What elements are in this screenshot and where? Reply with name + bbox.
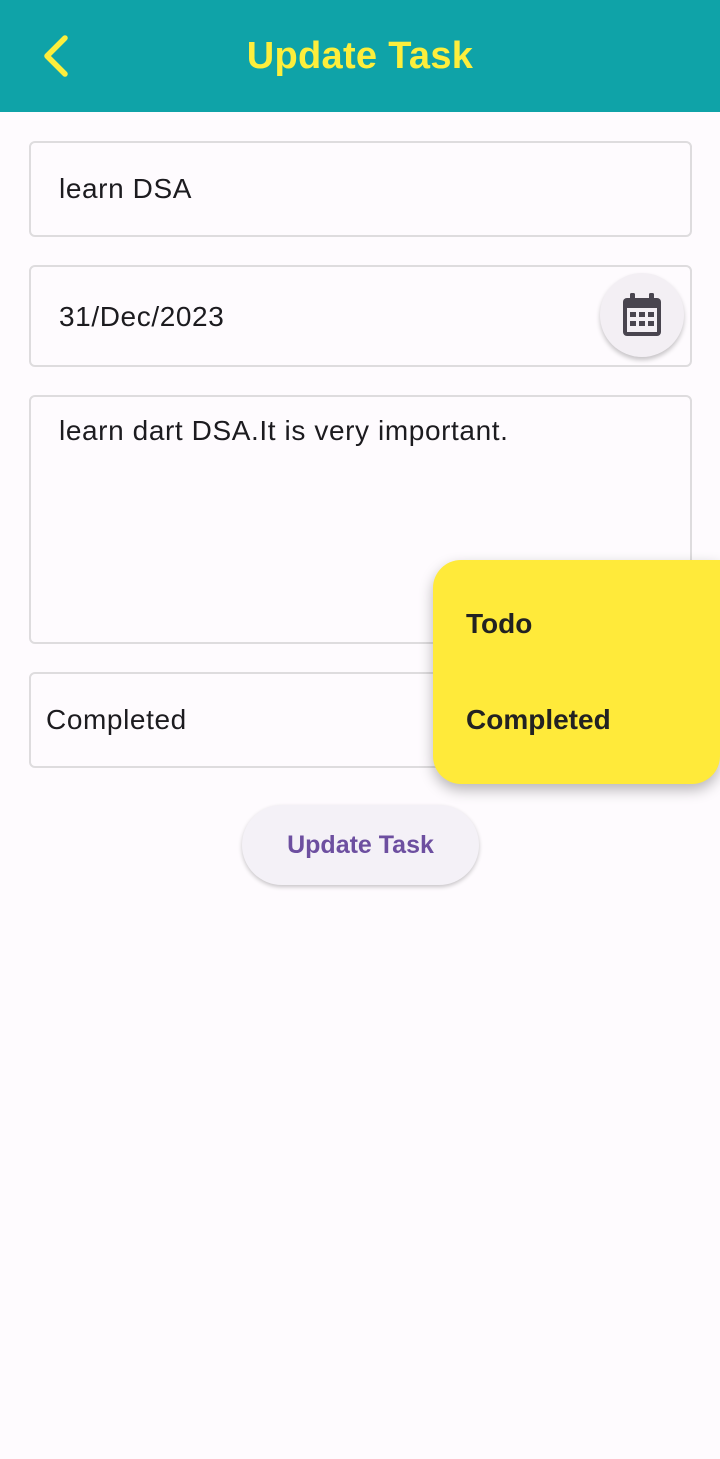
description-value: learn dart DSA.It is very important.: [59, 415, 509, 446]
task-title-value: learn DSA: [59, 173, 193, 204]
task-title-field[interactable]: learn DSA: [29, 141, 692, 237]
status-option-completed[interactable]: Completed: [433, 672, 720, 768]
app-bar: Update Task: [0, 0, 720, 112]
calendar-button[interactable]: [600, 273, 684, 357]
status-value: Completed: [46, 704, 187, 735]
back-button[interactable]: [20, 22, 92, 90]
chevron-left-icon: [44, 35, 68, 77]
status-option-todo[interactable]: Todo: [433, 576, 720, 672]
calendar-icon: [623, 293, 661, 336]
due-date-field[interactable]: 31/Dec/2023: [29, 265, 692, 367]
status-menu: Todo Completed: [433, 560, 720, 784]
update-task-button[interactable]: Update Task: [242, 805, 479, 885]
page-title: Update Task: [246, 35, 474, 77]
due-date-value: 31/Dec/2023: [59, 301, 225, 332]
